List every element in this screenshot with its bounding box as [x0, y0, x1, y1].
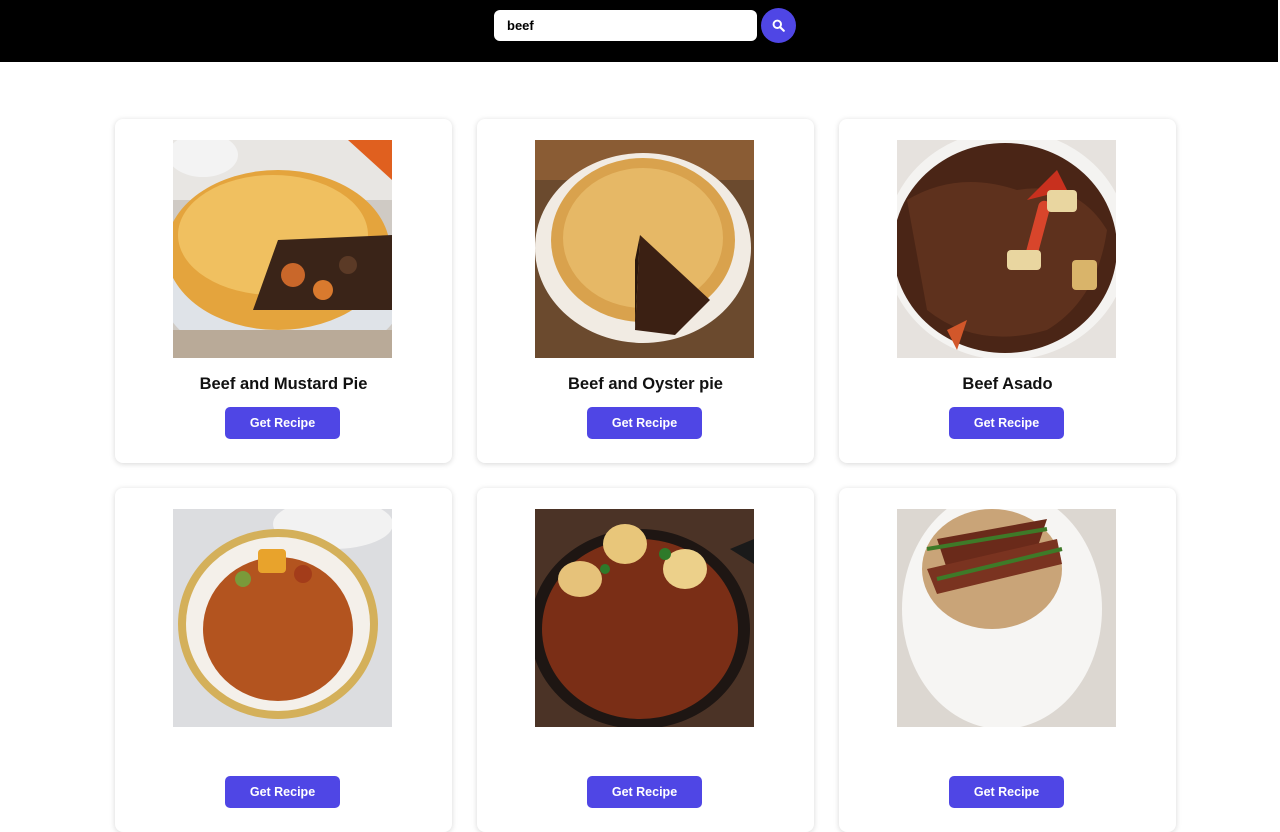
recipe-card: Get Recipe	[477, 488, 814, 832]
get-recipe-button[interactable]: Get Recipe	[949, 407, 1064, 439]
search-button[interactable]	[761, 8, 796, 43]
get-recipe-button[interactable]: Get Recipe	[225, 407, 340, 439]
recipe-card: Get Recipe	[115, 488, 452, 832]
get-recipe-button[interactable]: Get Recipe	[225, 776, 340, 808]
recipe-grid: Beef and Mustard Pie Get Recipe Beef and…	[115, 119, 1176, 832]
recipe-image[interactable]	[535, 509, 754, 727]
recipe-image[interactable]	[897, 509, 1116, 727]
recipe-image[interactable]	[173, 509, 392, 727]
top-bar	[0, 0, 1280, 62]
recipe-title: Beef and Oyster pie	[568, 375, 723, 393]
get-recipe-button[interactable]: Get Recipe	[949, 776, 1064, 808]
search-input[interactable]	[494, 10, 757, 41]
get-recipe-button[interactable]: Get Recipe	[587, 776, 702, 808]
recipe-card: Beef Asado Get Recipe	[839, 119, 1176, 463]
get-recipe-button[interactable]: Get Recipe	[587, 407, 702, 439]
recipe-image[interactable]	[173, 140, 392, 358]
recipe-title: Beef and Mustard Pie	[199, 375, 368, 393]
recipe-title: Beef Asado	[962, 375, 1053, 393]
recipe-card: Beef and Oyster pie Get Recipe	[477, 119, 814, 463]
recipe-image[interactable]	[535, 140, 754, 358]
recipe-image[interactable]	[897, 140, 1116, 358]
search-icon	[772, 19, 785, 32]
recipe-card: Beef and Mustard Pie Get Recipe	[115, 119, 452, 463]
recipe-card: Get Recipe	[839, 488, 1176, 832]
